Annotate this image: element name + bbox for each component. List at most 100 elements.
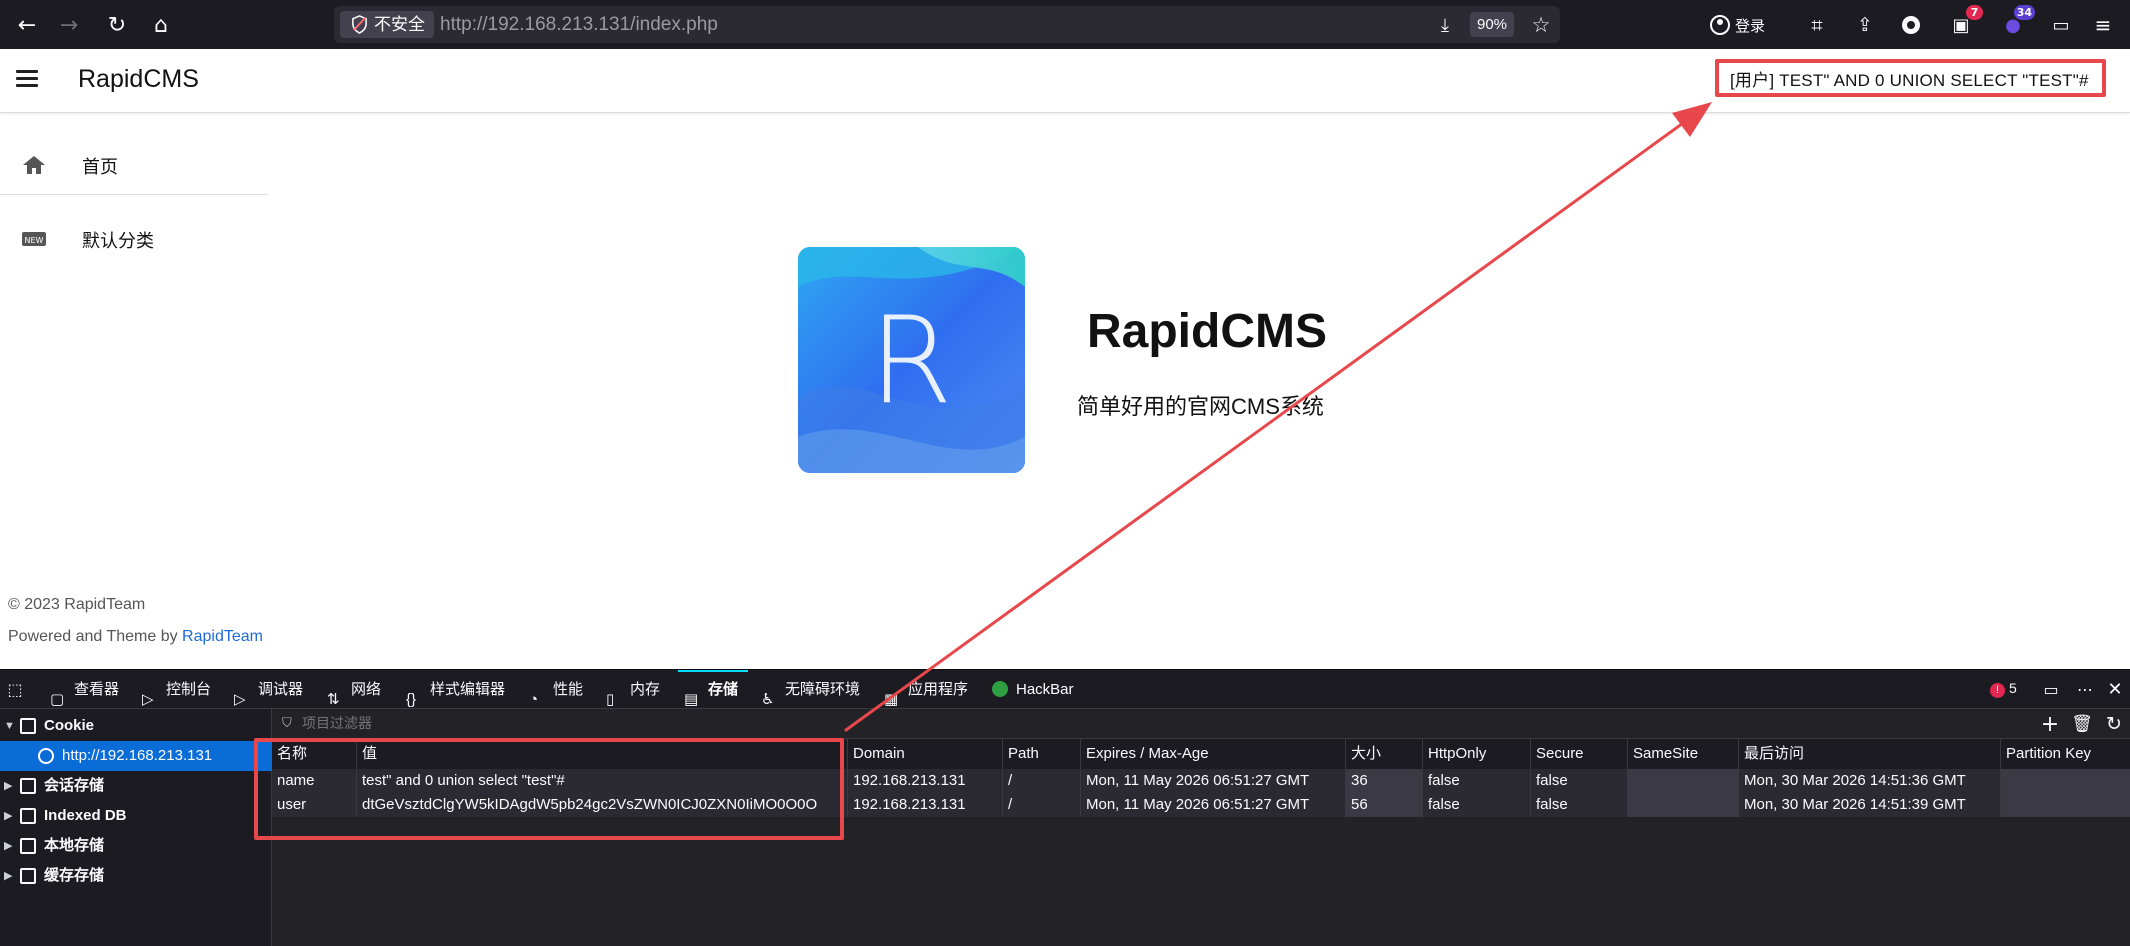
storage-icon: ▤ xyxy=(684,691,699,708)
brand-subtitle: 简单好用的官网CMS系统 xyxy=(1077,394,1324,419)
logo-letter: R xyxy=(869,292,952,431)
sidebar-item-local-storage[interactable]: ▶ 本地存储 xyxy=(0,831,272,861)
annotation-box-cookies xyxy=(254,738,844,840)
table-cell: / xyxy=(1003,793,1081,817)
add-item-icon[interactable]: + xyxy=(2036,709,2064,739)
back-icon[interactable]: ← xyxy=(10,8,44,42)
login-button[interactable]: 登录 xyxy=(1710,10,1765,40)
storage-icon xyxy=(20,778,36,794)
table-cell: 36 xyxy=(1346,769,1423,793)
tab-label: 无障碍环境 xyxy=(785,681,861,698)
close-devtools-icon[interactable]: ✕ xyxy=(2100,673,2130,705)
pick-element-icon[interactable]: ⬚ xyxy=(0,673,30,705)
tab-label: 网络 xyxy=(351,681,382,698)
column-header[interactable]: Partition Key xyxy=(2001,739,2130,769)
column-header[interactable]: Expires / Max-Age xyxy=(1081,739,1346,769)
column-header[interactable]: Secure xyxy=(1531,739,1628,769)
tab-inspector[interactable]: ▢ 查看器 xyxy=(48,670,119,709)
sidebar-item-indexed-db[interactable]: ▶ Indexed DB xyxy=(0,801,272,831)
filter-icon: ⛉ xyxy=(282,715,292,730)
tab-label: 应用程序 xyxy=(908,681,969,698)
table-cell: false xyxy=(1531,769,1628,793)
new-badge-icon: NEW xyxy=(22,232,46,246)
download-page-icon[interactable]: ⤓ xyxy=(1428,8,1462,42)
column-header[interactable]: 最后访问 xyxy=(1739,739,2001,769)
storage-icon xyxy=(20,838,36,854)
tab-label: 控制台 xyxy=(166,681,212,698)
table-cell: false xyxy=(1423,793,1531,817)
table-cell: Mon, 11 May 2026 06:51:27 GMT xyxy=(1081,769,1346,793)
record-icon[interactable] xyxy=(1894,8,1928,42)
tab-application[interactable]: ▦ 应用程序 xyxy=(882,670,968,709)
more-options-icon[interactable]: ⋯ xyxy=(2070,673,2100,705)
menu-icon[interactable]: ≡ xyxy=(2086,8,2120,42)
tab-performance[interactable]: ◔ 性能 xyxy=(527,670,583,709)
sidebar-item-cookie[interactable]: ▼ Cookie xyxy=(0,711,272,741)
column-header[interactable]: HttpOnly xyxy=(1423,739,1531,769)
hamburger-menu-icon[interactable] xyxy=(16,70,38,87)
filter-input[interactable] xyxy=(302,715,602,731)
storage-sidebar: ▼ Cookie http://192.168.213.131 ▶ 会话存储 ▶ In… xyxy=(0,709,272,946)
table-cell: false xyxy=(1531,793,1628,817)
sidebar-item-cookie-host[interactable]: http://192.168.213.131 xyxy=(0,741,272,771)
nav-label: 默认分类 xyxy=(82,231,154,251)
tab-label: 样式编辑器 xyxy=(430,681,506,698)
url-bar[interactable]: 不安全 http://192.168.213.131/index.php ⤓ 9… xyxy=(334,6,1560,43)
reload-icon[interactable]: ↻ xyxy=(100,8,134,42)
storage-icon xyxy=(20,868,36,884)
tab-style-editor[interactable]: {} 样式编辑器 xyxy=(404,670,505,709)
collapse-arrow-icon: ▶ xyxy=(4,870,13,882)
crop-icon[interactable]: ⌗ xyxy=(1800,8,1834,42)
brand-title: RapidCMS xyxy=(1087,305,1327,358)
tab-debugger[interactable]: ▷ 调试器 xyxy=(232,670,303,709)
table-cell: false xyxy=(1423,769,1531,793)
storage-icon xyxy=(20,718,36,734)
home-button-icon[interactable]: ⌂ xyxy=(144,8,178,42)
rapidteam-link[interactable]: RapidTeam xyxy=(182,628,263,645)
inspector-icon: ▢ xyxy=(50,691,65,708)
tab-hackbar[interactable]: HackBar xyxy=(990,670,1074,709)
refresh-icon[interactable]: ↻ xyxy=(2100,709,2128,739)
error-count: 5 xyxy=(2009,680,2017,696)
error-counter[interactable]: ! 5 xyxy=(1990,680,2017,698)
column-header[interactable]: SameSite xyxy=(1628,739,1739,769)
sidebar-toggle-icon[interactable]: ▭ xyxy=(2044,8,2078,42)
share-icon[interactable]: ⇪ xyxy=(1848,8,1882,42)
zoom-level[interactable]: 90% xyxy=(1470,12,1515,37)
table-cell: 192.168.213.131 xyxy=(848,769,1003,793)
table-cell xyxy=(2001,793,2130,817)
sidebar-label: Cookie xyxy=(44,717,95,734)
table-cell xyxy=(2001,769,2130,793)
memory-icon: ▯ xyxy=(606,691,615,708)
tab-accessibility[interactable]: ♿ 无障碍环境 xyxy=(759,670,860,709)
nav-item-default-category[interactable]: NEW 默认分类 xyxy=(0,202,268,276)
extension-icon[interactable]: ▣ 7 xyxy=(1944,5,1983,42)
tab-console[interactable]: ▷ 控制台 xyxy=(140,670,211,709)
column-header[interactable]: Domain xyxy=(848,739,1003,769)
forward-icon[interactable]: → xyxy=(52,8,86,42)
tab-label: 内存 xyxy=(630,681,661,698)
url-text[interactable]: http://192.168.213.131/index.php xyxy=(440,14,718,36)
dock-icon[interactable]: ▭ xyxy=(2036,673,2066,705)
sidebar-label: Indexed DB xyxy=(44,807,127,824)
site-title[interactable]: RapidCMS xyxy=(78,65,199,94)
tab-memory[interactable]: ▯ 内存 xyxy=(604,670,660,709)
collapse-arrow-icon: ▶ xyxy=(4,840,13,852)
nav-label: 首页 xyxy=(82,157,118,177)
delete-all-icon[interactable]: 🗑 xyxy=(2068,709,2096,739)
bookmark-star-icon[interactable]: ☆ xyxy=(1524,8,1558,42)
nav-item-home[interactable]: 首页 xyxy=(0,128,268,202)
powered-prefix: Powered and Theme by xyxy=(8,628,183,645)
sidebar-item-cache-storage[interactable]: ▶ 缓存存储 xyxy=(0,861,272,891)
sidebar-item-session-storage[interactable]: ▶ 会话存储 xyxy=(0,771,272,801)
shield-warning-icon xyxy=(352,15,367,34)
extension-2-icon[interactable]: ● 34 xyxy=(1996,5,2035,42)
collapse-arrow-icon: ▶ xyxy=(4,810,13,822)
column-header[interactable]: Path xyxy=(1003,739,1081,769)
table-cell: 192.168.213.131 xyxy=(848,793,1003,817)
copyright-text: © 2023 RapidTeam xyxy=(8,596,146,613)
tab-storage[interactable]: ▤ 存储 xyxy=(682,670,738,709)
column-header[interactable]: 大小 xyxy=(1346,739,1423,769)
tab-network[interactable]: ⇅ 网络 xyxy=(325,670,381,709)
insecure-indicator[interactable]: 不安全 xyxy=(340,11,434,38)
